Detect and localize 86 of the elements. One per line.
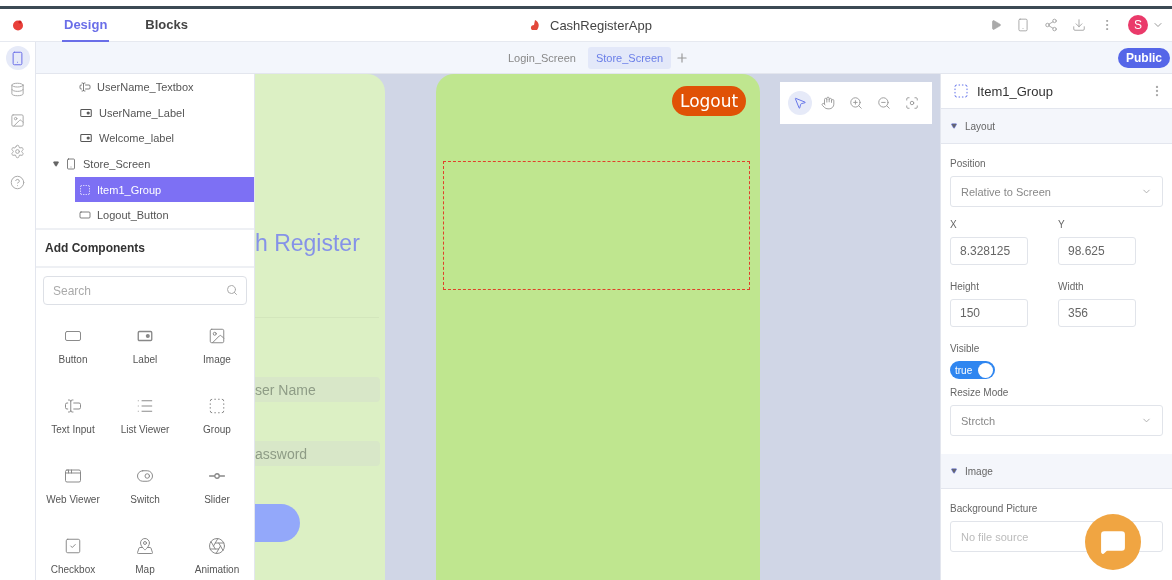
caret-icon[interactable] xyxy=(53,160,59,167)
search-field[interactable]: Search xyxy=(43,276,247,305)
field-label: Position xyxy=(950,158,987,169)
tool-button[interactable] xyxy=(788,91,812,115)
preview-title: h Register xyxy=(255,230,360,257)
logout-button[interactable]: Logout xyxy=(672,86,747,116)
tree-item[interactable]: Store_Screen xyxy=(36,151,254,177)
field-label: Height xyxy=(950,281,980,292)
list-icon xyxy=(136,397,154,415)
user-avatar[interactable]: S xyxy=(1128,15,1148,35)
image-icon xyxy=(10,112,25,128)
tree-item[interactable]: Welcome_label xyxy=(36,125,254,151)
mode-tab[interactable]: Blocks xyxy=(143,8,190,42)
component-label[interactable]: List Viewer xyxy=(116,424,174,435)
focus-icon xyxy=(905,96,919,110)
select-field[interactable]: Relative to Screen xyxy=(950,176,1163,207)
image-icon xyxy=(208,327,226,345)
dashed-square-icon xyxy=(208,397,226,415)
field-label: Resize Mode xyxy=(950,387,1010,398)
preview-field: ser Name xyxy=(255,377,380,402)
map-icon xyxy=(136,537,154,555)
visibility-badge[interactable]: Public xyxy=(1118,47,1170,68)
play-icon[interactable] xyxy=(990,19,1002,31)
aperture-icon xyxy=(208,537,226,555)
database-icon xyxy=(10,81,25,97)
number-field[interactable]: 8.328125 xyxy=(950,237,1028,265)
visibility-switch[interactable]: true xyxy=(950,361,995,379)
tree-item[interactable]: Item1_Group xyxy=(75,176,254,203)
dashed-square-icon xyxy=(953,83,969,99)
field-label: Visible xyxy=(950,343,981,354)
checkbox-icon xyxy=(64,537,82,555)
text-input-icon xyxy=(64,397,82,415)
component-label[interactable]: Checkbox xyxy=(44,564,102,575)
component-label[interactable]: Group xyxy=(188,424,246,435)
toggle-icon xyxy=(136,467,154,485)
section-header[interactable]: Layout xyxy=(941,109,1172,144)
cursor-icon xyxy=(793,96,807,110)
section-title: Image xyxy=(965,465,993,477)
number-field[interactable]: 356 xyxy=(1058,299,1136,327)
field-label: X xyxy=(950,219,958,230)
tree-item[interactable]: Logout_Button xyxy=(75,202,254,229)
hand-icon xyxy=(821,96,835,110)
logo-icon xyxy=(12,19,24,31)
select-field[interactable]: Strctch xyxy=(950,405,1163,436)
help-icon xyxy=(10,174,25,190)
share-icon[interactable] xyxy=(1044,18,1058,32)
dashed-square-icon xyxy=(79,183,91,196)
component-label[interactable]: Button xyxy=(44,354,102,365)
component-label[interactable]: Text Input xyxy=(44,424,102,435)
component-label[interactable]: Image xyxy=(188,354,246,365)
tree-item[interactable]: UserName_Label xyxy=(36,99,254,126)
search-icon[interactable] xyxy=(226,284,238,296)
field-label: Background Picture xyxy=(950,503,1039,514)
number-field[interactable]: 150 xyxy=(950,299,1028,327)
field-label: Width xyxy=(1058,281,1085,292)
tree-item[interactable]: UserName_Textbox xyxy=(36,74,254,100)
textbox-icon xyxy=(79,80,91,93)
component-title: Item1_Group xyxy=(977,83,1053,99)
chat-icon xyxy=(1100,529,1126,555)
add-screen-icon[interactable] xyxy=(675,50,690,65)
app-icon xyxy=(530,20,540,31)
component-label[interactable]: Web Viewer xyxy=(44,494,102,505)
phone-icon xyxy=(65,157,77,170)
component-label[interactable]: Map xyxy=(116,564,174,575)
component-label[interactable]: Switch xyxy=(116,494,174,505)
section-header[interactable]: Image xyxy=(941,454,1172,489)
section-title: Add Components xyxy=(36,228,254,268)
phone-icon xyxy=(10,50,25,66)
zoom-out-icon xyxy=(877,96,891,110)
caret-icon[interactable] xyxy=(951,123,957,129)
app-title: CashRegisterApp xyxy=(550,18,652,33)
caret-icon[interactable] xyxy=(951,468,957,474)
component-label[interactable]: Label xyxy=(116,354,174,365)
zoom-in-icon xyxy=(849,96,863,110)
button-icon xyxy=(79,209,91,222)
settings-icon xyxy=(10,143,25,159)
number-field[interactable]: 98.625 xyxy=(1058,237,1136,265)
field-label: Y xyxy=(1058,219,1066,230)
component-label[interactable]: Slider xyxy=(188,494,246,505)
component-label[interactable]: Animation xyxy=(188,564,246,575)
phone-icon[interactable] xyxy=(1016,18,1030,32)
browser-window-icon xyxy=(64,467,82,485)
section-title: Layout xyxy=(965,120,996,132)
preview-field: assword xyxy=(255,441,380,466)
rail-button[interactable] xyxy=(5,46,30,70)
download-icon[interactable] xyxy=(1072,18,1086,32)
